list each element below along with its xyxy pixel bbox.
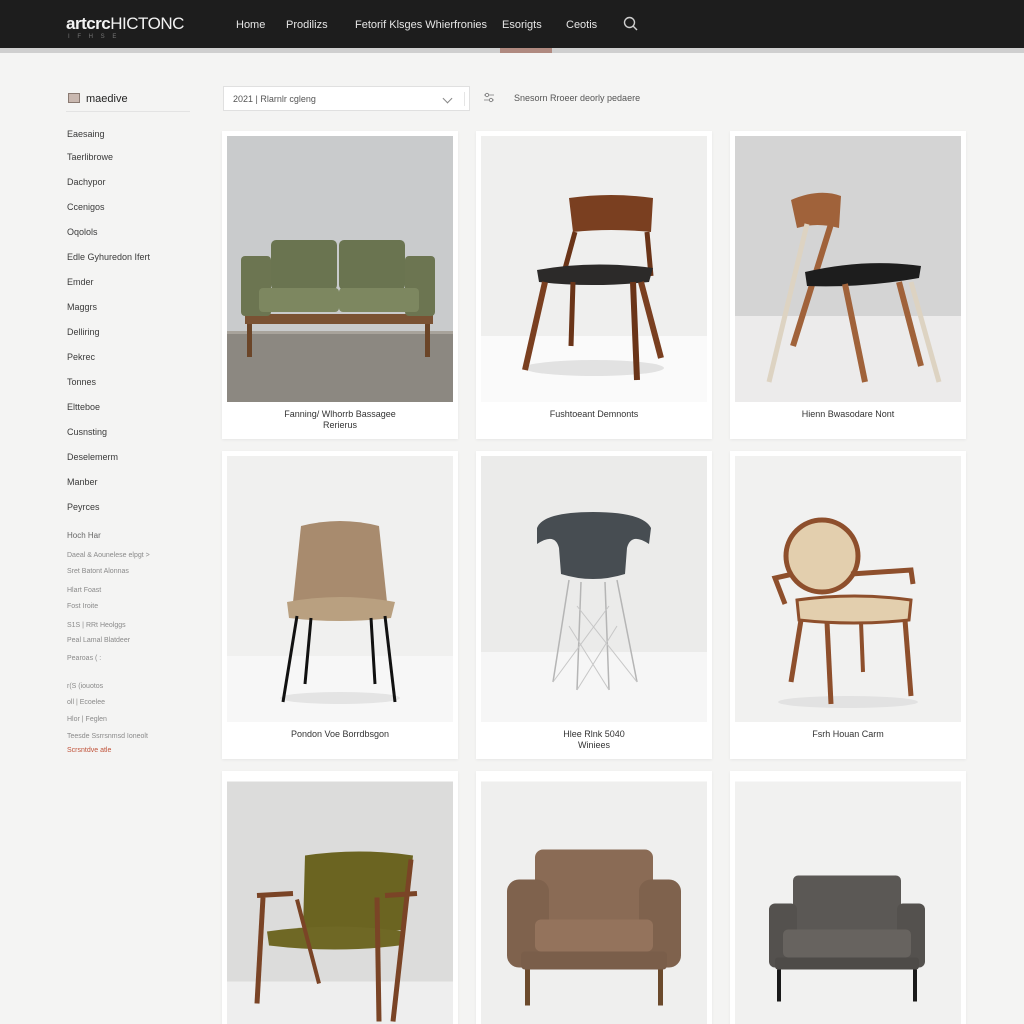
filter-option[interactable]: Peal Lamal Blatdeer — [67, 637, 130, 644]
nav-contact[interactable]: Ceotis — [566, 19, 597, 31]
brown-club-chair-image — [481, 781, 707, 1024]
product-title: Hienn Bwasodare Nont — [801, 409, 895, 419]
product-title: Hlee Rlnk 5040 Winiees — [563, 729, 625, 750]
filter-option[interactable]: Fost Iroite — [67, 603, 98, 610]
slanted-wood-chair-image — [735, 136, 961, 402]
product-card[interactable]: Pondon Voe Borrdbsgon — [222, 451, 458, 759]
filter-option[interactable]: Teesde Ssrrsnmsd Ioneolt — [67, 733, 148, 740]
nav-products[interactable]: Prodilizs — [286, 19, 328, 31]
upholstered-side-chair-image — [227, 456, 453, 722]
filter-option[interactable]: Hlor | Feglen — [67, 716, 107, 723]
green-loveseat-image — [227, 136, 453, 402]
filter-option[interactable]: Hlart Foast — [67, 587, 101, 594]
sidebar-item[interactable]: Maggrs — [67, 302, 97, 312]
sidebar-item[interactable]: Emder — [67, 277, 94, 287]
product-image — [735, 776, 961, 1024]
sidebar-item[interactable]: Eaesaing — [67, 129, 105, 139]
sidebar-item[interactable]: Cusnsting — [67, 427, 107, 437]
filters-heading: Hoch Har — [67, 531, 101, 540]
view-toggle-button[interactable] — [482, 91, 496, 105]
sidebar-item[interactable]: Edle Gyhuredon Ifert — [67, 252, 150, 262]
product-title: Fsrh Houan Carm — [812, 729, 884, 739]
sidebar-item[interactable]: Oqolols — [67, 227, 98, 237]
sidebar-item[interactable]: Tonnes — [67, 377, 96, 387]
product-image — [481, 456, 707, 722]
sidebar-item[interactable]: Taerlibrowe — [67, 152, 113, 162]
grey-armchair-image — [735, 781, 961, 1024]
header-divider — [0, 48, 1024, 53]
sidebar-heading: maedive — [66, 86, 190, 112]
sort-dropdown[interactable]: 2021 | Rlarnlr cgleng — [223, 86, 470, 111]
sidebar-item[interactable]: Manber — [67, 477, 98, 487]
product-card[interactable]: Hienn Bwasodare Nont — [730, 131, 966, 439]
product-image — [481, 776, 707, 1024]
nav-collections[interactable]: Fetorif Klsges Whierfronies — [355, 19, 487, 31]
product-title: Pondon Voe Borrdbsgon — [290, 729, 390, 739]
product-card[interactable]: Fushtoeant Demnonts — [476, 131, 712, 439]
product-image — [227, 136, 453, 402]
product-card[interactable] — [730, 771, 966, 1024]
product-image — [227, 776, 453, 1024]
product-card[interactable] — [222, 771, 458, 1024]
product-card[interactable] — [476, 771, 712, 1024]
search-button[interactable] — [622, 15, 640, 33]
sort-value: 2021 | Rlarnlr cgleng — [233, 94, 316, 104]
search-icon — [623, 16, 638, 31]
sidebar-item[interactable]: Ccenigos — [67, 202, 105, 212]
filter-option[interactable]: Sret Batont Alonnas — [67, 568, 129, 575]
product-title: Fanning/ Wlhorrb Bassagee Rerierus — [284, 409, 396, 430]
clear-filters-link[interactable]: Scrsntdve atle — [67, 747, 111, 754]
sidebar-item[interactable]: Deselemerm — [67, 452, 118, 462]
filter-option[interactable]: Pearoas ( : — [67, 655, 101, 662]
filter-option[interactable]: S1S | RRt Heolggs — [67, 622, 126, 629]
brand-logo[interactable]: artcrcHICTONC — [66, 14, 184, 34]
result-count-text: Snesorn Rroeer deorly pedaere — [514, 93, 641, 103]
filter-option[interactable]: r(S (iouotos — [67, 683, 103, 690]
product-image — [481, 136, 707, 402]
filter-option[interactable]: Daeal & Aounelese elpgt > — [67, 552, 150, 559]
product-card[interactable]: Fsrh Houan Carm — [730, 451, 966, 759]
product-card[interactable]: Hlee Rlnk 5040 Winiees — [476, 451, 712, 759]
sliders-icon — [484, 92, 494, 103]
brand-tagline: I F H S E — [68, 34, 120, 40]
product-card[interactable]: Fanning/ Wlhorrb Bassagee Rerierus — [222, 131, 458, 439]
product-image — [735, 136, 961, 402]
walnut-dining-chair-image — [481, 136, 707, 402]
nav-designs[interactable]: Esorigts — [502, 19, 542, 31]
product-title: Fushtoeant Demnonts — [549, 409, 639, 419]
product-image — [735, 456, 961, 722]
olive-lounge-chair-image — [227, 781, 453, 1024]
sidebar-item[interactable]: Delliring — [67, 327, 100, 337]
sidebar-item[interactable]: Pekrec — [67, 352, 95, 362]
medallion-armchair-image — [735, 456, 961, 722]
sidebar-item[interactable]: Eltteboe — [67, 402, 100, 412]
nav-home[interactable]: Home — [236, 19, 265, 31]
top-nav-bar: artcrcHICTONC I F H S E Home Prodilizs F… — [0, 0, 1024, 48]
shell-chair-image — [481, 456, 707, 722]
filter-option[interactable]: oll | Ecoelee — [67, 699, 105, 706]
category-icon — [68, 93, 80, 103]
sidebar-item[interactable]: Peyrces — [67, 502, 100, 512]
chevron-down-icon — [442, 93, 453, 104]
product-image — [227, 456, 453, 722]
sidebar-item[interactable]: Dachypor — [67, 177, 106, 187]
